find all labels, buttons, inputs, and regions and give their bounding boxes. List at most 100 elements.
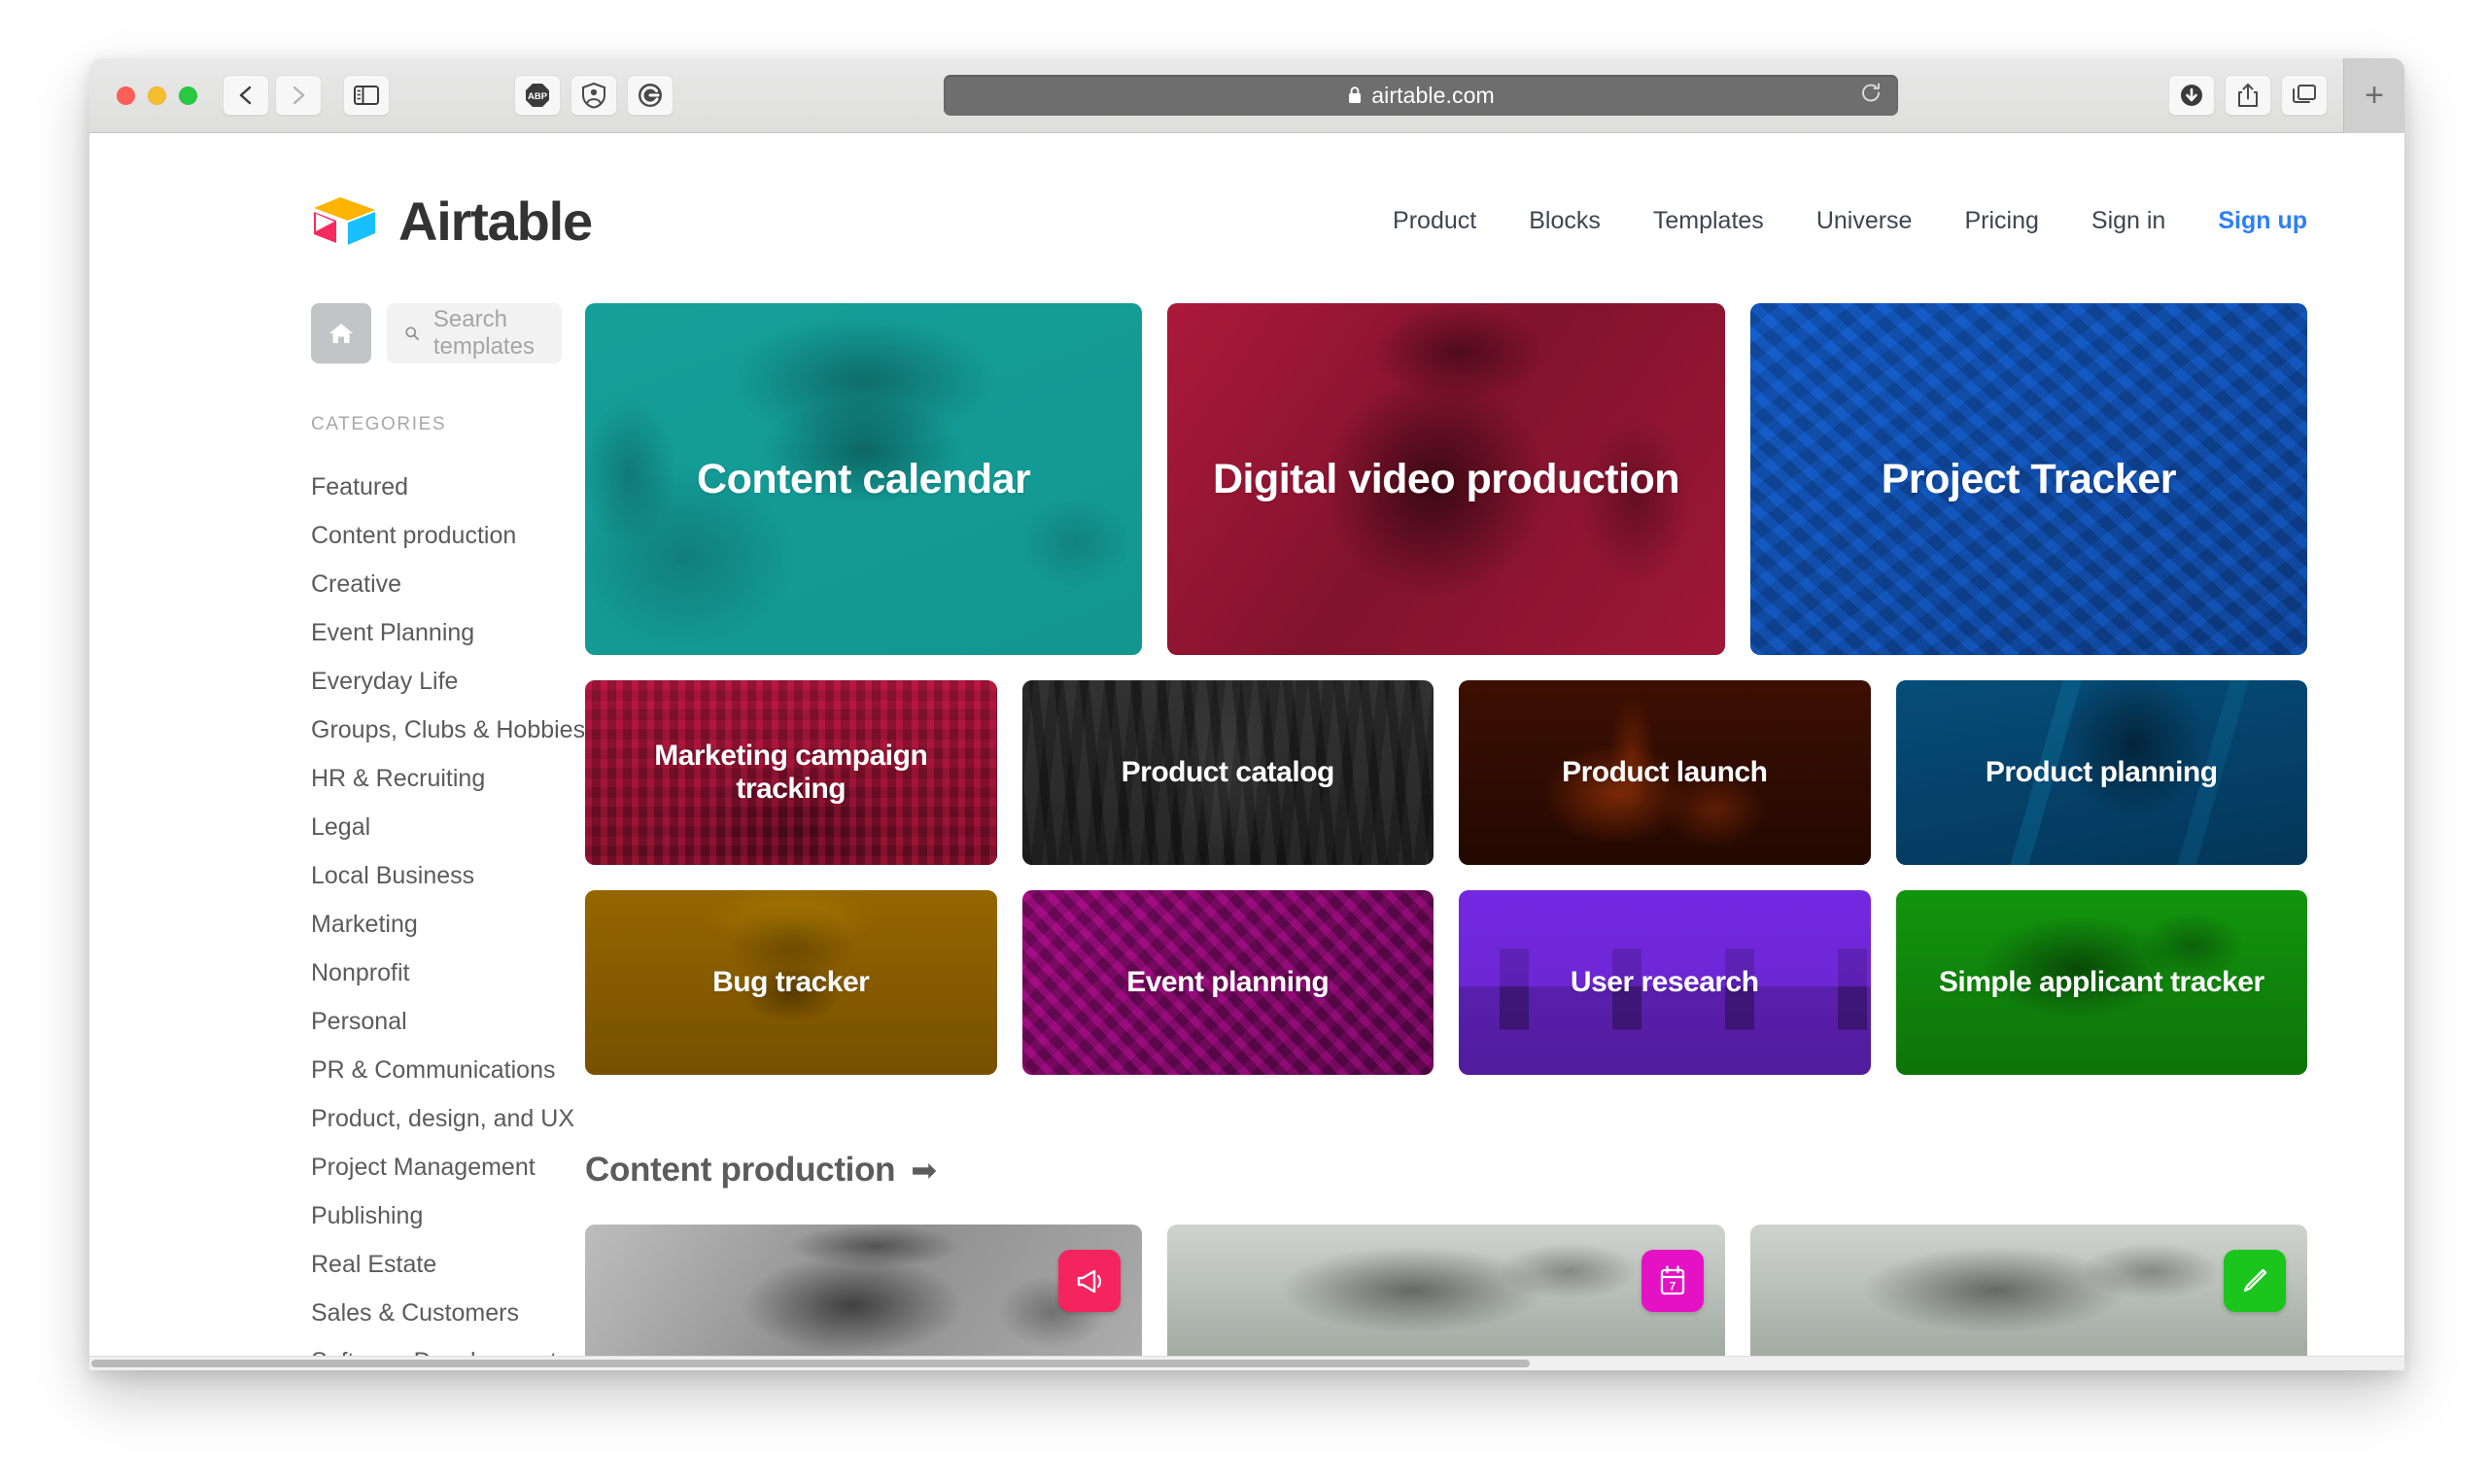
featured-row-two: Marketing campaign tracking Product cata…	[585, 680, 2307, 865]
template-card-marketing-campaign-tracking[interactable]: Marketing campaign tracking	[585, 680, 997, 865]
home-icon	[329, 324, 353, 343]
pencil-icon	[2243, 1268, 2267, 1293]
card-title: Simple applicant tracker	[1938, 966, 2264, 999]
nav-link-sign-in[interactable]: Sign in	[2065, 207, 2192, 235]
window-controls	[117, 86, 197, 105]
template-card-simple-applicant-tracker[interactable]: Simple applicant tracker	[1895, 890, 2307, 1075]
share-button[interactable]	[2225, 75, 2271, 116]
sidebar-item-personal[interactable]: Personal	[311, 997, 517, 1046]
card-title: Product planning	[1985, 756, 2218, 789]
airtable-logo-icon	[314, 196, 375, 245]
grammarly-button[interactable]	[627, 75, 674, 116]
card-title: User research	[1570, 966, 1759, 999]
content-card-1[interactable]	[585, 1225, 1143, 1370]
content-card-2[interactable]: 7	[1167, 1225, 1725, 1370]
nav-link-sign-up[interactable]: Sign up	[2192, 207, 2307, 235]
sidebar-item-publishing[interactable]: Publishing	[311, 1191, 517, 1240]
calendar-icon: 7	[1660, 1265, 1684, 1295]
sidebar-item-real-estate[interactable]: Real Estate	[311, 1240, 517, 1289]
page-content: Airtable Product Blocks Templates Univer…	[89, 133, 2404, 1370]
reload-button[interactable]	[1859, 82, 1883, 110]
sidebar-item-local-business[interactable]: Local Business	[311, 851, 517, 900]
sidebar-item-hr-recruiting[interactable]: HR & Recruiting	[311, 754, 517, 803]
shield-icon	[582, 82, 605, 109]
section-title: Content production	[585, 1151, 896, 1189]
address-bar-container: airtable.com	[697, 75, 2145, 116]
nav-link-universe[interactable]: Universe	[1790, 207, 1939, 235]
card-title: Marketing campaign tracking	[654, 740, 928, 805]
featured-hero-row: Content calendar Digital video productio…	[585, 303, 2307, 655]
sidebar-item-nonprofit[interactable]: Nonprofit	[311, 949, 517, 997]
sidebar-item-marketing[interactable]: Marketing	[311, 900, 517, 949]
sidebar-item-creative[interactable]: Creative	[311, 560, 517, 608]
sidebar-item-pr-communications[interactable]: PR & Communications	[311, 1046, 555, 1094]
address-bar-text: airtable.com	[1347, 82, 1495, 109]
forward-button[interactable]	[275, 75, 322, 116]
nav-link-templates[interactable]: Templates	[1627, 207, 1790, 235]
categories-heading: CATEGORIES	[311, 414, 447, 434]
privacy-shield-button[interactable]	[570, 75, 617, 116]
nav-link-blocks[interactable]: Blocks	[1503, 207, 1627, 235]
sidebar-item-groups-clubs-hobbies[interactable]: Groups, Clubs & Hobbies	[311, 706, 585, 754]
airtable-logo[interactable]: Airtable	[311, 190, 593, 253]
calendar-day-number: 7	[1669, 1280, 1676, 1294]
search-icon	[405, 327, 419, 340]
templates-sidebar: Search templates CATEGORIES Featured Con…	[89, 303, 585, 1370]
template-card-bug-tracker[interactable]: Bug tracker	[585, 890, 997, 1075]
template-card-product-planning[interactable]: Product planning	[1895, 680, 2307, 865]
toolbar-right-buttons	[2168, 75, 2328, 116]
template-card-content-calendar[interactable]: Content calendar	[585, 303, 1143, 655]
adblock-plus-button[interactable]: ABP	[514, 75, 561, 116]
new-tab-button[interactable]: +	[2343, 58, 2404, 133]
extension-buttons: ABP	[514, 75, 674, 116]
url-text: airtable.com	[1371, 82, 1495, 108]
template-card-user-research[interactable]: User research	[1459, 890, 1871, 1075]
site-navigation: Product Blocks Templates Universe Pricin…	[1366, 207, 2307, 235]
chevron-left-icon	[239, 86, 252, 105]
sidebar-search-row: Search templates	[311, 303, 563, 363]
sidebar-item-everyday-life[interactable]: Everyday Life	[311, 657, 517, 706]
megaphone-badge	[1058, 1250, 1122, 1312]
page-scrollbar[interactable]	[89, 1356, 2404, 1370]
calendar-badge: 7	[1641, 1250, 1704, 1312]
sidebar-item-event-planning[interactable]: Event Planning	[311, 608, 517, 657]
grammarly-g-icon	[639, 84, 662, 107]
template-card-digital-video-production[interactable]: Digital video production	[1167, 303, 1725, 655]
scrollbar-thumb[interactable]	[91, 1360, 1530, 1367]
browser-toolbar: ABP airtable.com +	[89, 58, 2404, 133]
share-icon	[2238, 84, 2258, 107]
sidebar-toggle-button[interactable]	[343, 75, 390, 116]
template-card-product-launch[interactable]: Product launch	[1459, 680, 1871, 865]
section-header-content-production[interactable]: Content production ➡	[585, 1151, 2307, 1190]
templates-content: Content calendar Digital video productio…	[517, 303, 2404, 1370]
nav-link-product[interactable]: Product	[1366, 207, 1503, 235]
featured-row-three: Bug tracker Event planning User research	[585, 890, 2307, 1075]
template-card-product-catalog[interactable]: Product catalog	[1021, 680, 1434, 865]
sidebar-item-product-design-ux[interactable]: Product, design, and UX	[311, 1094, 574, 1143]
maximize-window-button[interactable]	[179, 86, 197, 105]
site-header: Airtable Product Blocks Templates Univer…	[89, 133, 2404, 253]
card-title: Event planning	[1126, 966, 1330, 999]
tab-overview-button[interactable]	[2281, 75, 2328, 116]
card-title: Product launch	[1562, 756, 1768, 789]
sidebar-item-featured[interactable]: Featured	[311, 463, 517, 511]
address-bar[interactable]: airtable.com	[944, 75, 1898, 116]
sidebar-item-legal[interactable]: Legal	[311, 803, 517, 851]
arrow-right-icon: ➡	[911, 1153, 938, 1188]
back-button[interactable]	[223, 75, 269, 116]
megaphone-icon	[1078, 1269, 1102, 1294]
template-card-event-planning[interactable]: Event planning	[1021, 890, 1434, 1075]
sidebar-item-project-management[interactable]: Project Management	[311, 1143, 536, 1191]
desktop-background: ABP airtable.com + Airtable Product Bloc…	[0, 0, 2488, 1484]
close-window-button[interactable]	[117, 86, 135, 105]
minimize-window-button[interactable]	[148, 86, 166, 105]
downloads-button[interactable]	[2168, 75, 2215, 116]
sidebar-item-content-production[interactable]: Content production	[311, 511, 517, 560]
sidebar-item-sales-customers[interactable]: Sales & Customers	[311, 1289, 519, 1337]
card-title: Project Tracker	[1881, 455, 2177, 502]
content-card-3[interactable]	[1749, 1225, 2307, 1370]
reload-icon	[1862, 83, 1880, 102]
nav-link-pricing[interactable]: Pricing	[1938, 207, 2064, 235]
template-card-project-tracker[interactable]: Project Tracker	[1749, 303, 2307, 655]
home-button[interactable]	[311, 303, 371, 363]
